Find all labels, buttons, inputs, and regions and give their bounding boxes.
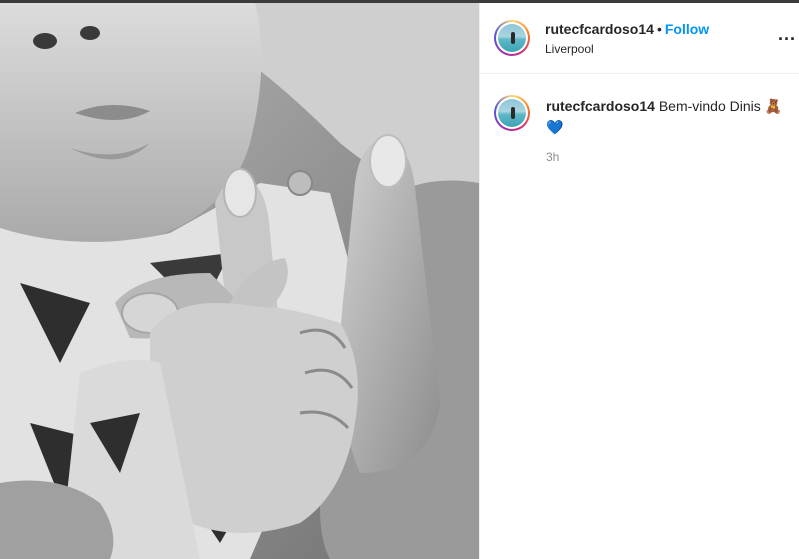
post-header: rutecfcardoso14 • Follow Liverpool ... xyxy=(480,3,799,74)
location-link[interactable]: Liverpool xyxy=(545,42,594,56)
caption-username[interactable]: rutecfcardoso14 xyxy=(546,98,655,114)
bear-emoji-icon: 🧸 xyxy=(764,98,783,114)
author-username[interactable]: rutecfcardoso14 xyxy=(545,21,654,37)
post-timestamp[interactable]: 3h xyxy=(546,150,559,164)
blue-heart-emoji-icon: 💙 xyxy=(546,119,564,135)
author-info: rutecfcardoso14 • Follow xyxy=(545,21,709,39)
caption: rutecfcardoso14 Bem-vindo Dinis 🧸 💙 xyxy=(546,96,786,138)
author-avatar[interactable] xyxy=(494,20,530,56)
post-side-panel: rutecfcardoso14 • Follow Liverpool ... rut… xyxy=(479,3,799,559)
post-photo-illustration xyxy=(0,3,479,559)
post-photo[interactable] xyxy=(0,3,479,559)
avatar-photo xyxy=(498,24,526,52)
caption-avatar-photo xyxy=(498,99,526,127)
more-options-icon[interactable]: ... xyxy=(778,25,796,43)
follow-button[interactable]: Follow xyxy=(665,21,709,37)
caption-avatar[interactable] xyxy=(494,95,530,131)
caption-text: Bem-vindo Dinis xyxy=(658,98,761,114)
separator-dot: • xyxy=(656,21,662,37)
